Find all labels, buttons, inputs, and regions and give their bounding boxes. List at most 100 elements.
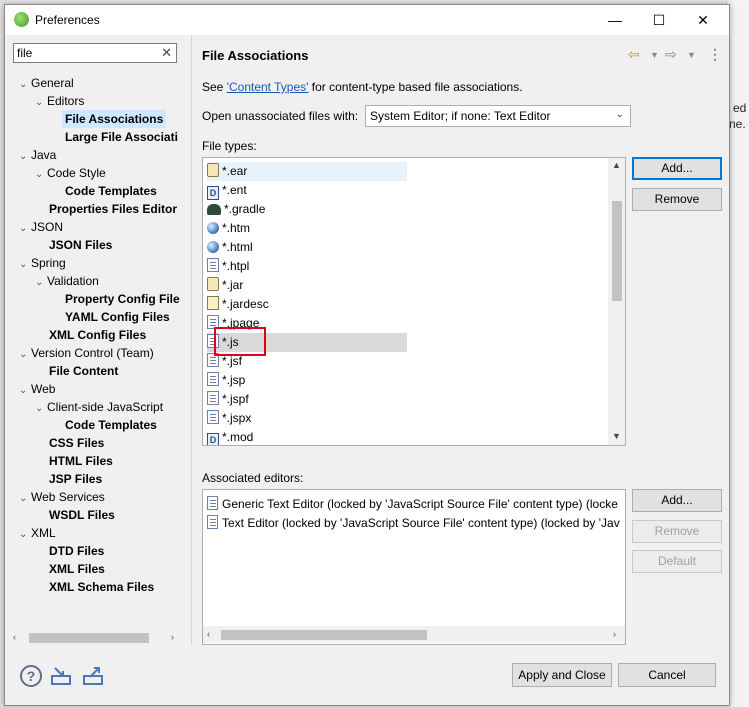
scroll-right-icon[interactable]: › xyxy=(613,629,616,639)
add-file-type-button[interactable]: Add... xyxy=(632,157,722,180)
cancel-button[interactable]: Cancel xyxy=(618,663,716,687)
editor-row[interactable]: Text Editor (locked by 'JavaScript Sourc… xyxy=(207,514,620,533)
import-icon[interactable] xyxy=(50,665,72,687)
file-type-row[interactable]: *.jspx xyxy=(207,409,407,428)
file-types-list[interactable]: *.ear D *.ent *.gradle *.htm *.html *.htp… xyxy=(202,157,626,446)
expand-arrow-icon[interactable]: ⌄ xyxy=(19,76,31,94)
file-type-row[interactable]: D *.ent xyxy=(207,181,407,200)
expand-arrow-icon[interactable]: ⌄ xyxy=(19,256,31,274)
editor-name: Text Editor (locked by 'JavaScript Sourc… xyxy=(222,516,620,530)
file-types-scrollbar[interactable]: ▲ ▼ xyxy=(608,158,625,445)
tree-item-general[interactable]: ⌄ General xyxy=(19,74,74,92)
tree-item-js-code-templates[interactable]: Code Templates xyxy=(65,416,157,434)
tree-item-java[interactable]: ⌄ Java xyxy=(19,146,56,164)
open-unassociated-label: Open unassociated files with: xyxy=(202,109,359,123)
file-type-row[interactable]: *.ear xyxy=(207,162,407,181)
expand-arrow-icon[interactable]: ⌄ xyxy=(19,346,31,364)
expand-arrow-icon[interactable]: ⌄ xyxy=(19,220,31,238)
tree-item-code-templates[interactable]: Code Templates xyxy=(65,182,157,200)
pane-splitter[interactable] xyxy=(191,35,192,645)
scrollbar-thumb[interactable] xyxy=(612,201,622,301)
tree-item-code-style[interactable]: ⌄ Code Style xyxy=(35,164,106,182)
add-editor-button[interactable]: Add... xyxy=(632,489,722,512)
expand-arrow-icon[interactable]: ⌄ xyxy=(19,490,31,508)
file-type-row[interactable]: *.jspf xyxy=(207,390,407,409)
title-bar: Preferences — ☐ ✕ xyxy=(5,5,729,35)
expand-arrow-icon[interactable]: ⌄ xyxy=(19,148,31,166)
tree-item-json-files[interactable]: JSON Files xyxy=(49,236,112,254)
tree-item-xml-schema-files[interactable]: XML Schema Files xyxy=(49,578,154,596)
note-suffix: for content-type based file associations… xyxy=(308,80,523,94)
tree-item-properties-files-editor[interactable]: Properties Files Editor xyxy=(49,200,177,218)
file-type-row[interactable]: *.jardesc xyxy=(207,295,407,314)
file-type-row[interactable]: D *.mod xyxy=(207,428,407,445)
tree-item-wsdl-files[interactable]: WSDL Files xyxy=(49,506,115,524)
tree-item-jsp-files[interactable]: JSP Files xyxy=(49,470,102,488)
scroll-down-icon[interactable]: ▼ xyxy=(612,431,621,441)
tree-item-client-side-javascript[interactable]: ⌄ Client-side JavaScript xyxy=(35,398,163,416)
maximize-button[interactable]: ☐ xyxy=(637,5,681,35)
close-button[interactable]: ✕ xyxy=(681,5,725,35)
tree-item-xml-config-files[interactable]: XML Config Files xyxy=(49,326,146,344)
tree-horizontal-scrollbar[interactable]: ‹ › xyxy=(9,630,185,646)
file-type-row[interactable]: *.gradle xyxy=(207,200,407,219)
tree-item-file-content[interactable]: File Content xyxy=(49,362,118,380)
file-type-row[interactable]: *.html xyxy=(207,238,407,257)
scroll-up-icon[interactable]: ▲ xyxy=(612,160,621,170)
tree-item-html-files[interactable]: HTML Files xyxy=(49,452,113,470)
content-types-link[interactable]: 'Content Types' xyxy=(227,80,309,94)
scrollbar-thumb[interactable] xyxy=(221,630,427,640)
expand-arrow-icon[interactable]: ⌄ xyxy=(35,166,47,184)
file-type-row[interactable]: *.jar xyxy=(207,276,407,295)
tree-item-web[interactable]: ⌄ Web xyxy=(19,380,55,398)
help-icon[interactable]: ? xyxy=(20,665,42,687)
tree-item-dtd-files[interactable]: DTD Files xyxy=(49,542,104,560)
back-dropdown-icon[interactable]: ▼ xyxy=(650,50,659,60)
expand-arrow-icon[interactable]: ⌄ xyxy=(19,526,31,544)
back-arrow-icon[interactable]: ⇦ xyxy=(628,46,640,63)
tree-item-version-control[interactable]: ⌄ Version Control (Team) xyxy=(19,344,154,362)
file-type-row[interactable]: *.htm xyxy=(207,219,407,238)
tree-item-json[interactable]: ⌄ JSON xyxy=(19,218,63,236)
tree-item-spring[interactable]: ⌄ Spring xyxy=(19,254,66,272)
file-type-row[interactable]: *.jsp xyxy=(207,371,407,390)
tree-item-property-config-file[interactable]: Property Config File xyxy=(65,290,180,308)
tree-item-editors[interactable]: ⌄ Editors xyxy=(35,92,84,110)
remove-file-type-button[interactable]: Remove xyxy=(632,188,722,211)
forward-arrow-icon[interactable]: ⇨ xyxy=(665,46,677,63)
filter-input[interactable] xyxy=(14,44,160,62)
tree-item-large-file-associations[interactable]: Large File Associati xyxy=(65,128,178,146)
forward-dropdown-icon[interactable]: ▼ xyxy=(687,50,696,60)
open-unassociated-select[interactable]: System Editor; if none: Text Editor ⌄ xyxy=(365,105,631,127)
tree-item-file-associations[interactable]: File Associations xyxy=(62,110,167,128)
tree-item-css-files[interactable]: CSS Files xyxy=(49,434,104,452)
tree-item-xml[interactable]: ⌄ XML xyxy=(19,524,56,542)
export-icon[interactable] xyxy=(82,665,104,687)
expand-arrow-icon[interactable]: ⌄ xyxy=(35,274,47,292)
scroll-left-icon[interactable]: ‹ xyxy=(207,629,210,639)
file-type-row[interactable]: *.htpl xyxy=(207,257,407,276)
menu-dots-icon[interactable]: ⋮ xyxy=(708,46,722,63)
expand-arrow-icon[interactable]: ⌄ xyxy=(19,382,31,400)
default-editor-button[interactable]: Default xyxy=(632,550,722,573)
tree-item-yaml-config-files[interactable]: YAML Config Files xyxy=(65,308,170,326)
expand-arrow-icon[interactable]: ⌄ xyxy=(35,400,47,418)
tree-item-label: Java xyxy=(31,148,57,162)
filter-field[interactable]: ✕ xyxy=(13,43,177,63)
tree-item-web-services[interactable]: ⌄ Web Services xyxy=(19,488,105,506)
text-file-icon xyxy=(207,410,219,424)
scrollbar-thumb[interactable] xyxy=(29,633,149,643)
clear-filter-icon[interactable]: ✕ xyxy=(161,45,172,61)
scroll-left-icon[interactable]: ‹ xyxy=(13,632,16,642)
minimize-button[interactable]: — xyxy=(593,5,637,35)
tree-item-validation[interactable]: ⌄ Validation xyxy=(35,272,99,290)
tree-item-xml-files[interactable]: XML Files xyxy=(49,560,105,578)
app-logo-icon xyxy=(14,12,29,27)
associated-editors-list[interactable]: Generic Text Editor (locked by 'JavaScri… xyxy=(202,489,626,645)
apply-and-close-button[interactable]: Apply and Close xyxy=(512,663,612,687)
scroll-right-icon[interactable]: › xyxy=(171,632,174,642)
editors-horizontal-scrollbar[interactable]: ‹ › xyxy=(203,626,625,643)
editor-row[interactable]: Generic Text Editor (locked by 'JavaScri… xyxy=(207,495,618,514)
remove-editor-button[interactable]: Remove xyxy=(632,520,722,543)
expand-arrow-icon[interactable]: ⌄ xyxy=(35,94,47,112)
